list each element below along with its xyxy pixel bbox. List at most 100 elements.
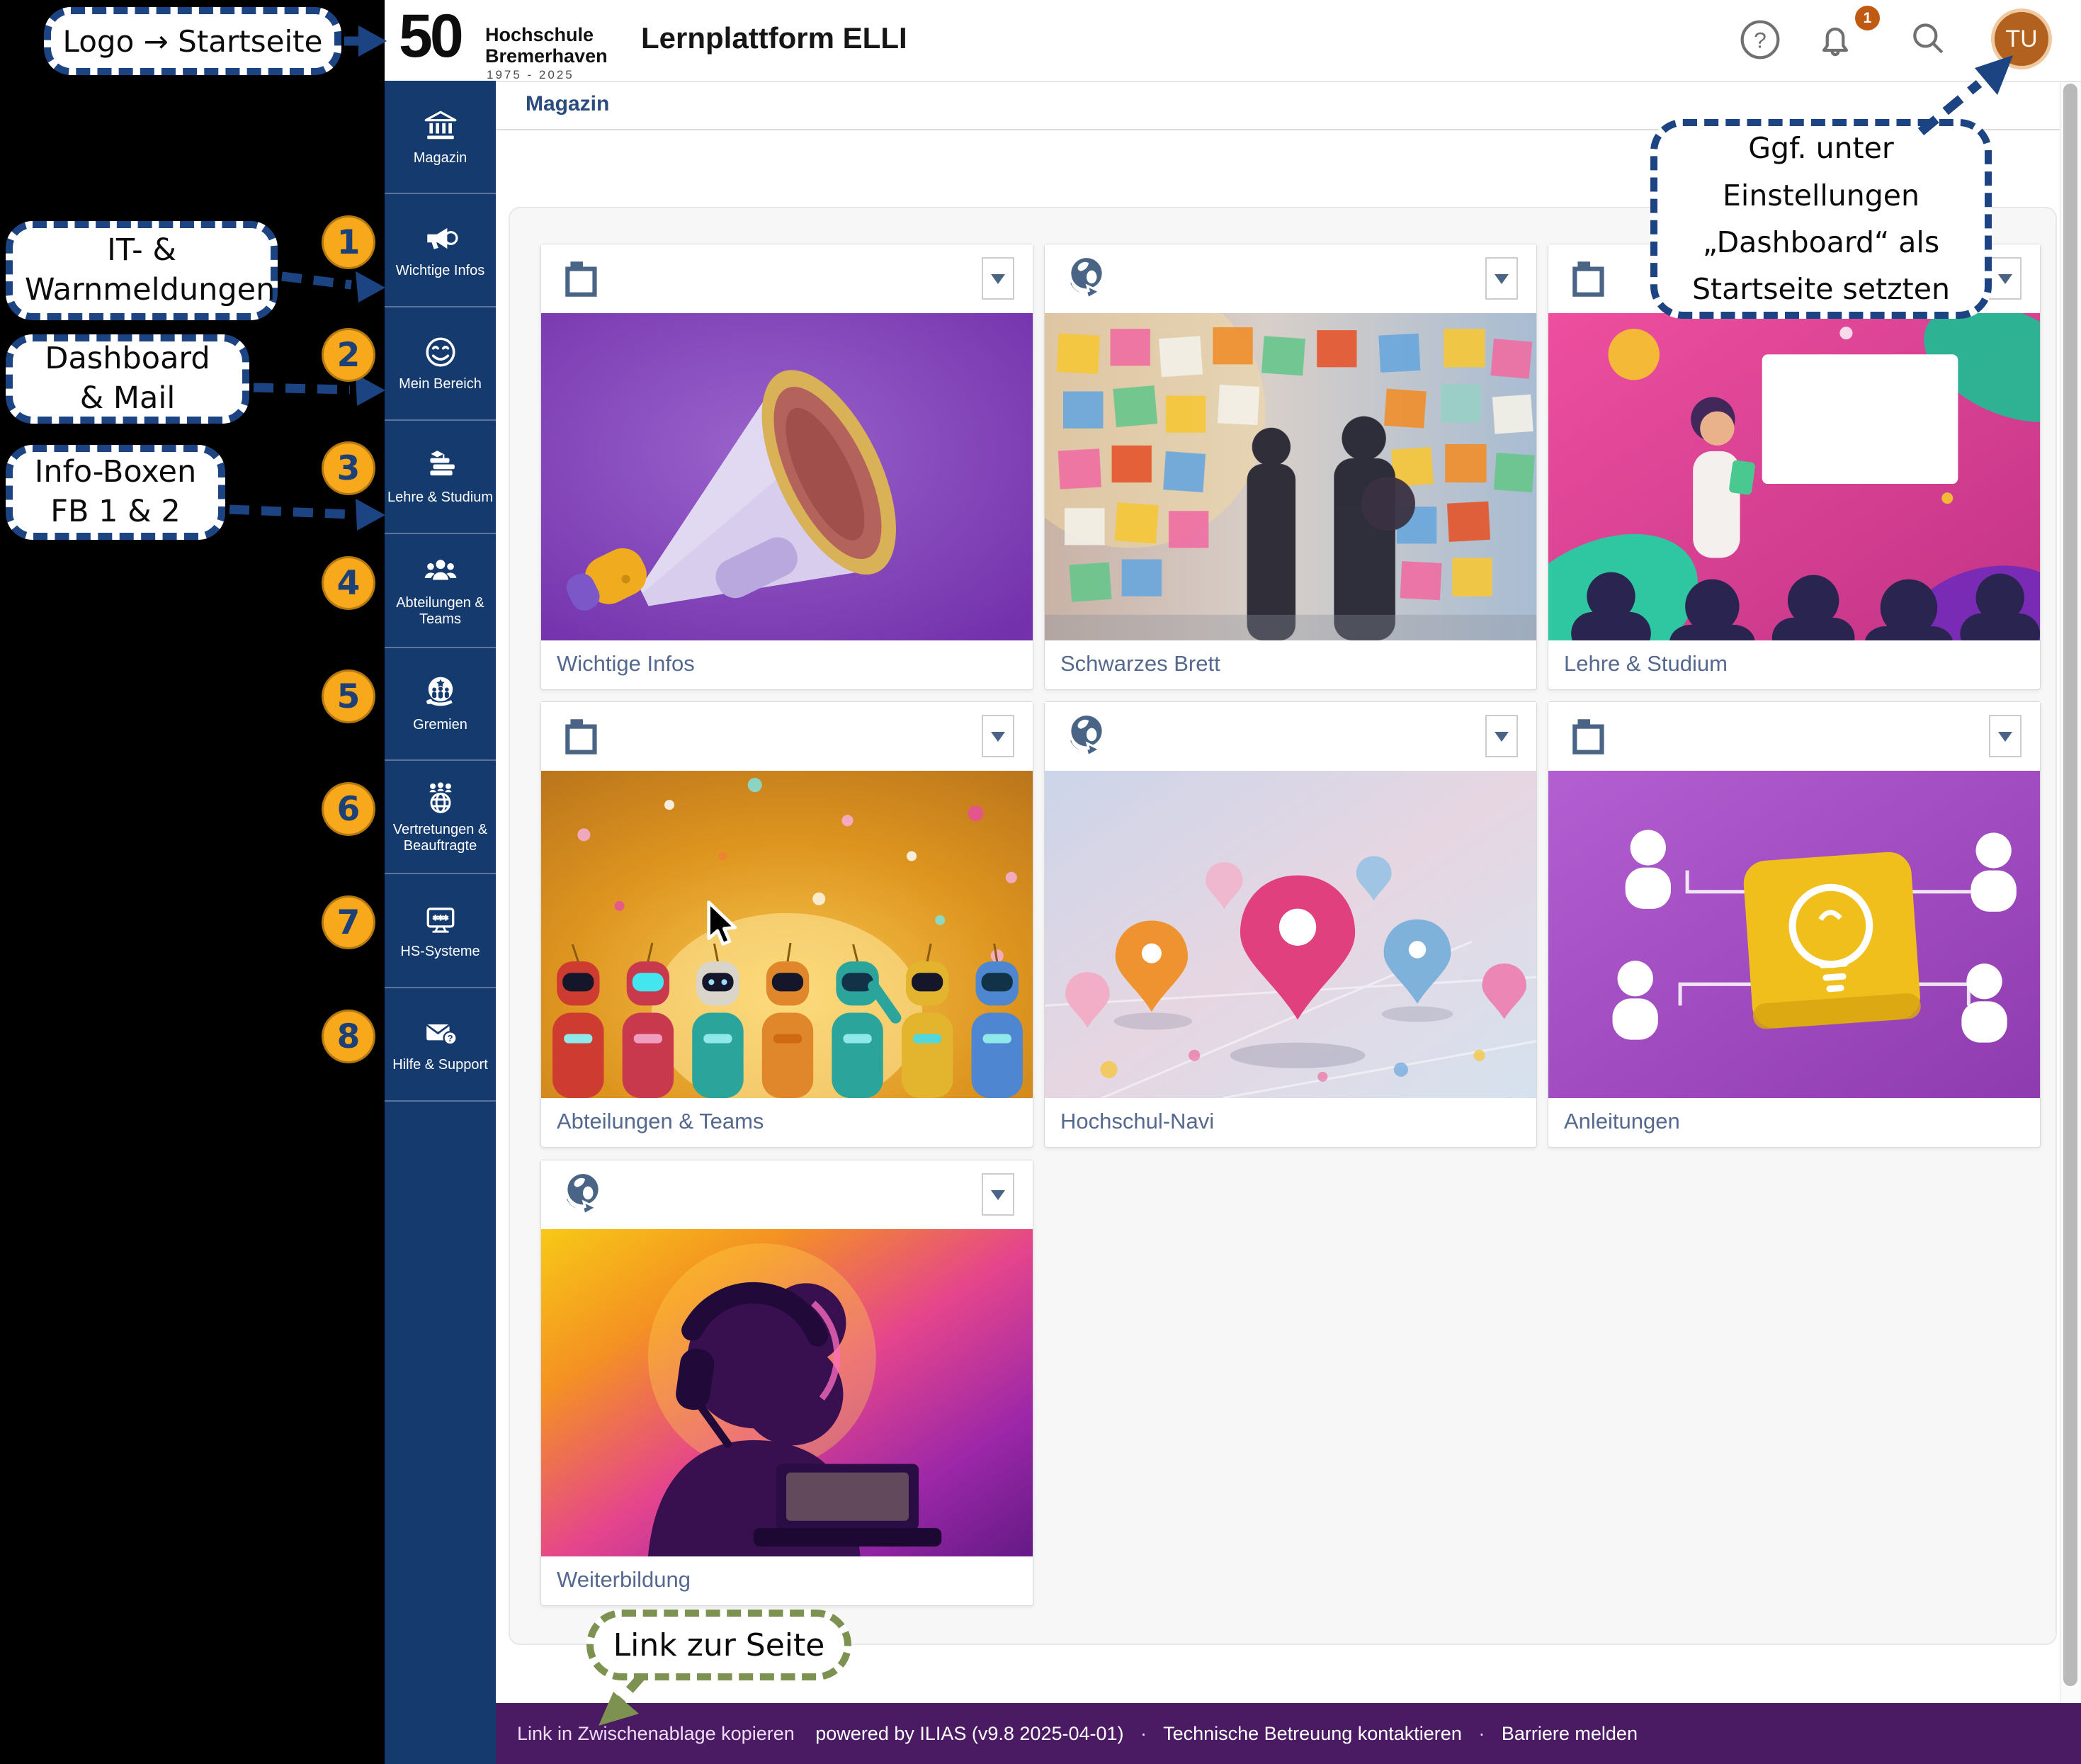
powered-by-text: powered by ILIAS (v9.8 2025-04-01): [815, 1723, 1123, 1744]
logo-name: HochschuleBremerhaven: [485, 24, 608, 67]
card-image-lecture: [1548, 313, 2040, 640]
committee-icon: [423, 675, 458, 711]
annotation-logo-callout: Logo → Startseite: [44, 7, 341, 75]
card-actions-dropdown[interactable]: [1989, 257, 2022, 300]
card-actions-dropdown[interactable]: [1989, 715, 2022, 757]
card-title[interactable]: Schwarzes Brett: [1045, 641, 1536, 689]
sidebar-divider: [385, 1100, 496, 1102]
chevron-down-icon: [1495, 274, 1509, 291]
globe-people-icon: [423, 780, 458, 815]
sidebar-item-label: HS-Systeme: [387, 944, 494, 960]
group-icon: [423, 553, 458, 589]
sidebar-item-label: Gremien: [387, 717, 494, 733]
bell-icon[interactable]: [1814, 18, 1856, 61]
annotation-callout-2: Dashboard & Mail: [6, 334, 249, 424]
report-barrier-link[interactable]: Barriere melden: [1502, 1723, 1638, 1744]
chevron-down-icon: [991, 274, 1005, 291]
card-weiterbildung[interactable]: Weiterbildung: [540, 1160, 1033, 1606]
sidebar-item-mein-bereich[interactable]: Mein Bereich: [385, 306, 496, 419]
logo-50: 50: [399, 1, 461, 72]
breadcrumb[interactable]: Magazin: [526, 81, 609, 128]
annotation-number-7: 7: [322, 895, 375, 949]
books-icon: [423, 448, 458, 483]
chevron-down-icon: [1998, 732, 2012, 749]
sidebar-item-hs-systeme[interactable]: HS-Systeme: [385, 873, 496, 987]
card-actions-dropdown[interactable]: [982, 1173, 1014, 1216]
weblink-icon: [1063, 713, 1110, 759]
sidebar-item-label: Hilfe & Support: [387, 1057, 494, 1073]
card-actions-dropdown[interactable]: [1485, 257, 1518, 300]
sidebar-nav: Magazin Wichtige Infos Mein Bereich Lehr…: [385, 81, 496, 1764]
sidebar-item-wichtige-infos[interactable]: Wichtige Infos: [385, 193, 496, 306]
contact-support-link[interactable]: Technische Betreuung kontaktieren: [1163, 1723, 1462, 1744]
sidebar-item-label: Lehre & Studium: [387, 490, 494, 506]
weblink-icon: [1063, 255, 1110, 302]
smiley-icon: [423, 334, 458, 370]
notification-badge: 1: [1855, 6, 1880, 30]
annotation-number-5: 5: [322, 669, 375, 723]
logo-years: 1975 - 2025: [487, 68, 574, 82]
search-icon[interactable]: [1907, 18, 1950, 61]
annotation-callout-3: Info-Boxen FB 1 & 2: [6, 445, 225, 540]
svg-text:?: ?: [1754, 27, 1767, 52]
card-abteilungen-teams[interactable]: Abteilungen & Teams: [540, 701, 1033, 1148]
megaphone-icon: [423, 221, 458, 256]
sidebar-item-label: Mein Bereich: [387, 376, 494, 392]
sidebar-item-magazin[interactable]: Magazin: [385, 81, 496, 193]
footer-bar: Link in Zwischenablage kopieren powered …: [496, 1703, 2081, 1764]
sidebar-item-label: Abteilungen & Teams: [387, 595, 494, 628]
sidebar-item-vertretungen-beauftragte[interactable]: Vertretungen & Beauftragte: [385, 759, 496, 873]
bank-icon: [423, 108, 458, 144]
card-actions-dropdown[interactable]: [982, 715, 1014, 757]
chevron-down-icon: [991, 732, 1005, 749]
card-title[interactable]: Anleitungen: [1548, 1099, 2040, 1147]
card-title[interactable]: Hochschul-Navi: [1045, 1099, 1536, 1147]
copy-link-action[interactable]: Link in Zwischenablage kopieren: [517, 1723, 795, 1744]
chevron-down-icon: [1495, 732, 1509, 749]
card-actions-dropdown[interactable]: [982, 257, 1014, 300]
annotation-number-3: 3: [322, 441, 375, 495]
hochschule-bremerhaven-logo[interactable]: 50 HochschuleBremerhaven 1975 - 2025: [399, 4, 633, 78]
help-icon[interactable]: ?: [1739, 18, 1781, 61]
annotation-number-8: 8: [322, 1010, 375, 1063]
annotation-number-1: 1: [322, 215, 375, 269]
page-title: Lernplattform ELLI: [641, 21, 907, 55]
sidebar-item-hilfe-support[interactable]: ? Hilfe & Support: [385, 987, 496, 1100]
header-bar: 50 HochschuleBremerhaven 1975 - 2025 Ler…: [385, 0, 2081, 82]
card-header: [541, 244, 1033, 313]
folder-icon: [560, 255, 606, 302]
card-wichtige-infos[interactable]: Wichtige Infos: [540, 244, 1033, 690]
card-schwarzes-brett[interactable]: Schwarzes Brett: [1044, 244, 1537, 690]
sidebar-item-label: Magazin: [387, 150, 494, 166]
card-image-map-pins: [1045, 771, 1536, 1098]
card-header: [1045, 244, 1536, 313]
avatar[interactable]: TU: [1991, 9, 2052, 69]
mail-question-icon: ?: [423, 1015, 458, 1051]
monitor-password-icon: [423, 902, 458, 937]
sidebar-item-label: Wichtige Infos: [387, 263, 494, 279]
annotation-callout-1: IT- & Warnmeldungen: [6, 221, 278, 320]
card-title[interactable]: Wichtige Infos: [541, 641, 1033, 689]
card-image-headphones-person: [541, 1229, 1033, 1556]
card-image-robots: [541, 771, 1033, 1098]
card-actions-dropdown[interactable]: [1485, 715, 1518, 757]
card-image-megaphone: [541, 313, 1033, 640]
footer-separator: ·: [1478, 1723, 1485, 1744]
sidebar-item-label: Vertretungen & Beauftragte: [387, 822, 494, 854]
ilias-lernplattform-screenshot: 50 HochschuleBremerhaven 1975 - 2025 Ler…: [0, 0, 2081, 1764]
footer-separator: ·: [1140, 1723, 1147, 1744]
card-header: [541, 702, 1033, 771]
sidebar-item-gremien[interactable]: Gremien: [385, 647, 496, 759]
card-title[interactable]: Abteilungen & Teams: [541, 1099, 1033, 1147]
card-title[interactable]: Lehre & Studium: [1548, 641, 2040, 689]
card-header: [1548, 702, 2040, 771]
card-anleitungen[interactable]: Anleitungen: [1548, 701, 2041, 1148]
annotation-number-6: 6: [322, 782, 375, 836]
card-title[interactable]: Weiterbildung: [541, 1557, 1033, 1605]
sidebar-item-abteilungen-teams[interactable]: Abteilungen & Teams: [385, 533, 496, 647]
sidebar-item-lehre-studium[interactable]: Lehre & Studium: [385, 419, 496, 533]
scrollbar-thumb[interactable]: [2063, 84, 2077, 1686]
chevron-down-icon: [991, 1190, 1005, 1207]
card-image-lightbulb-cube: [1548, 771, 2040, 1098]
card-hochschul-navi[interactable]: Hochschul-Navi: [1044, 701, 1537, 1148]
